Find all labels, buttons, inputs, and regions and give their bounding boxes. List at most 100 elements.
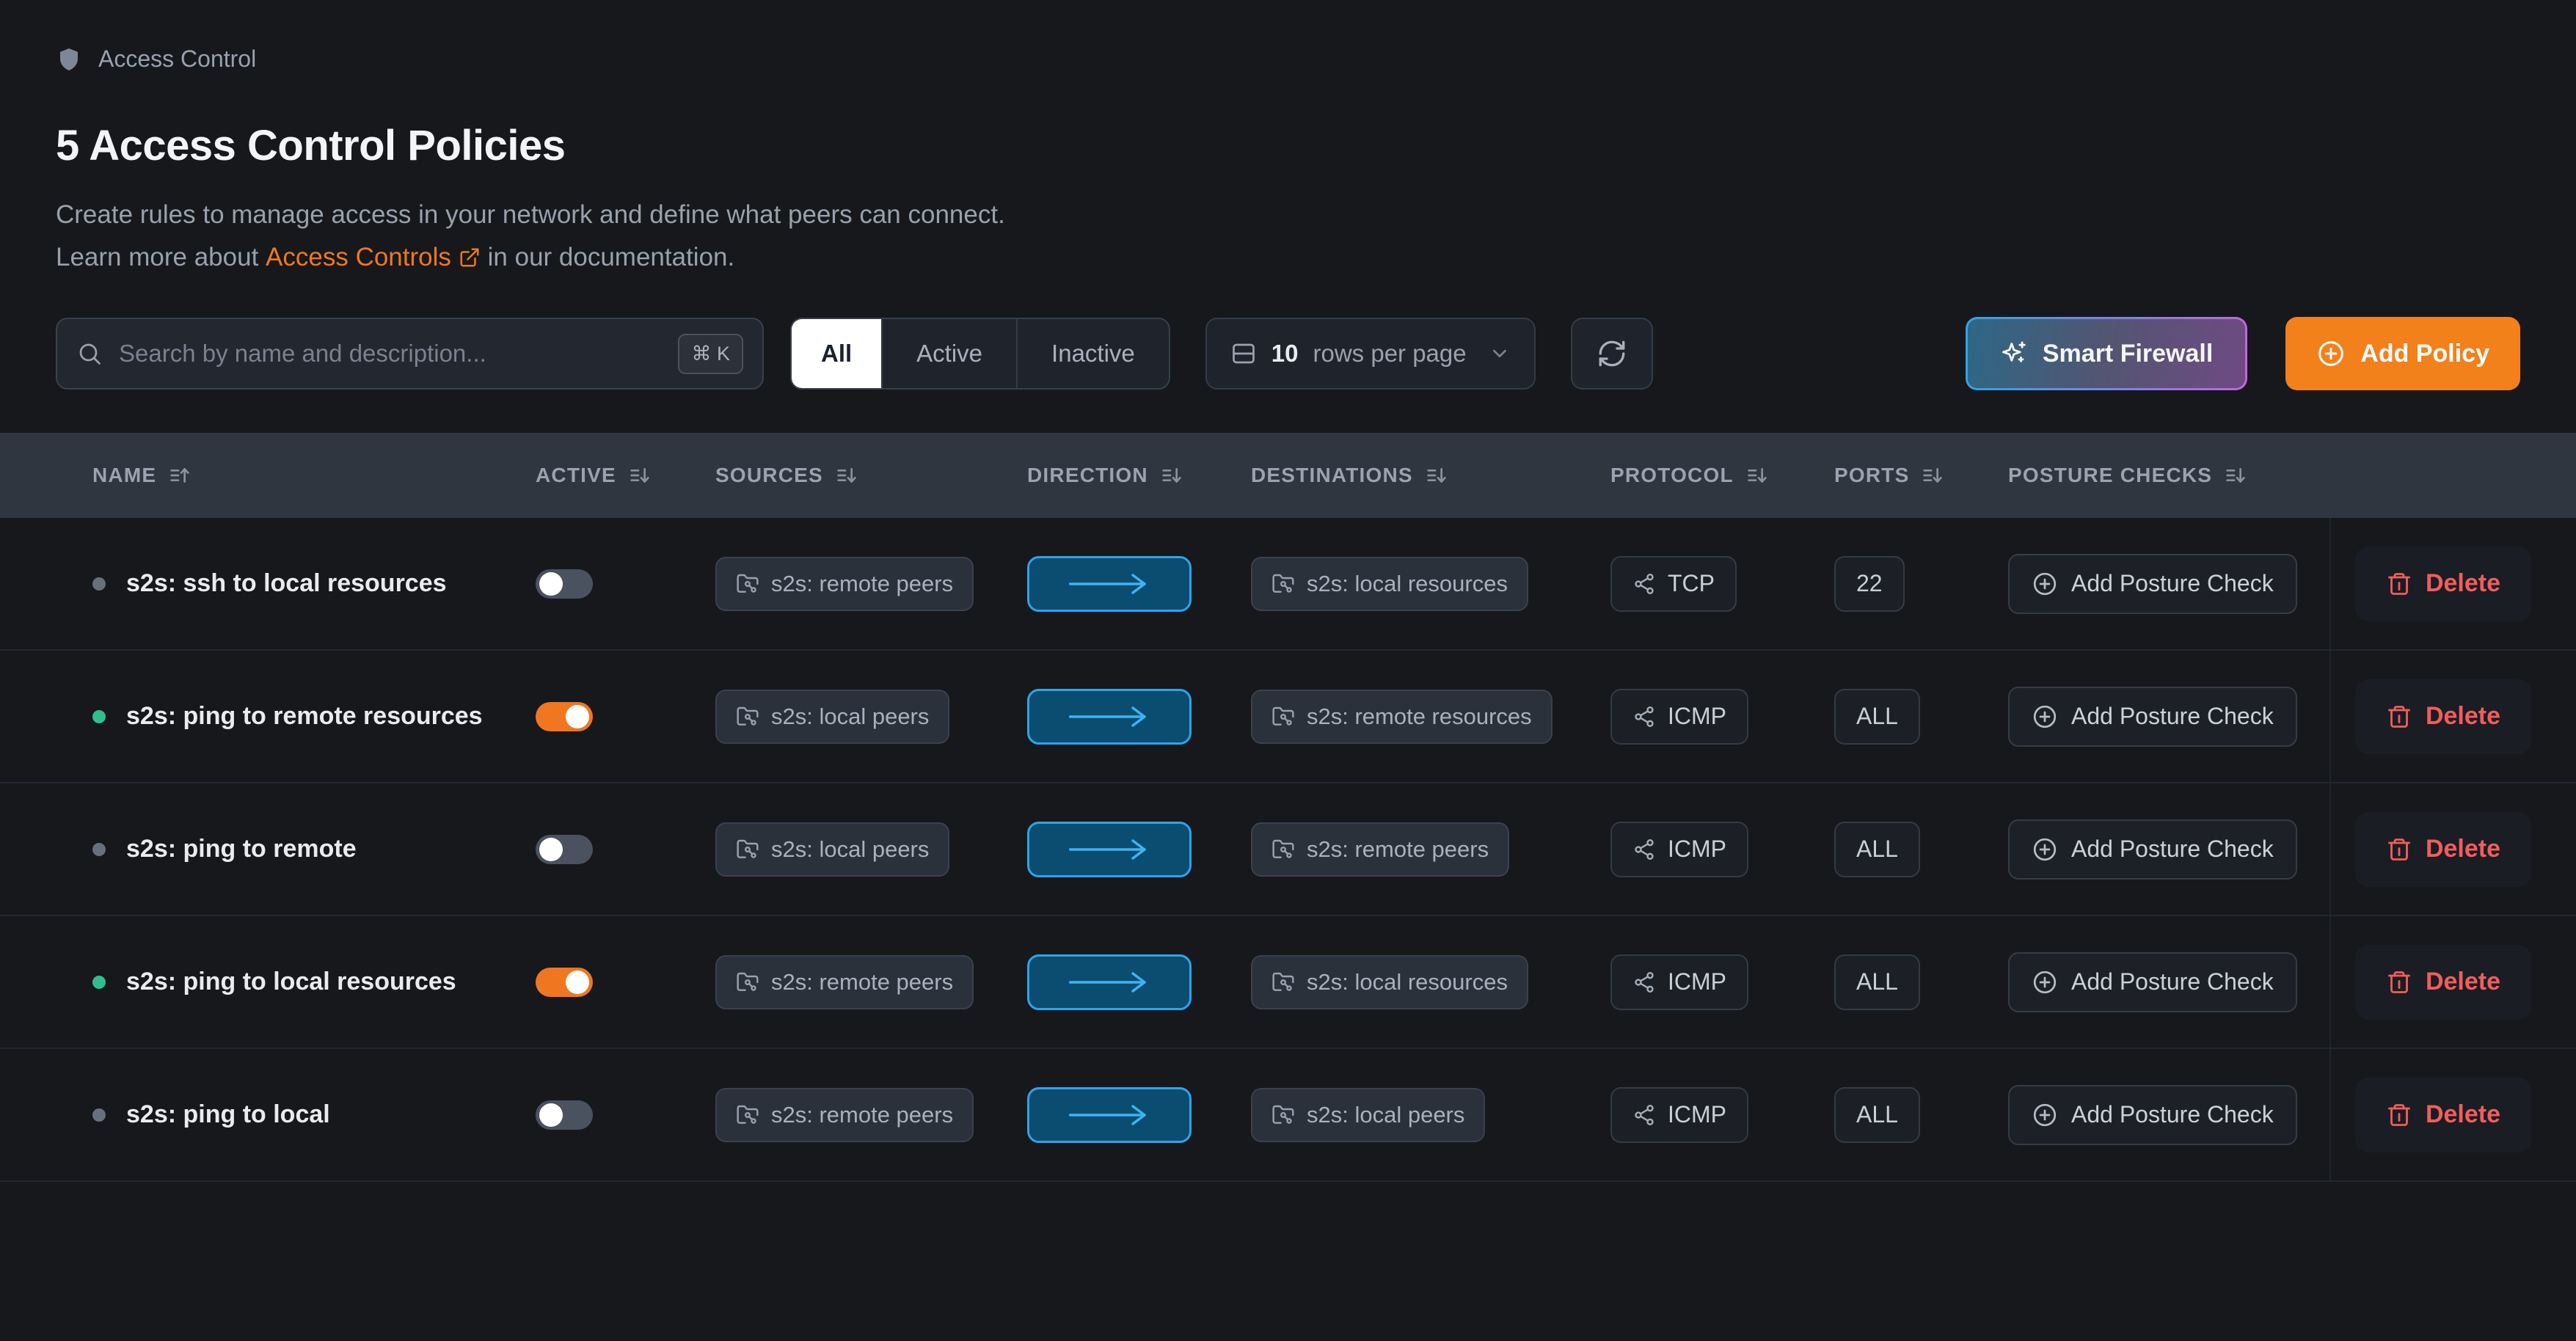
active-toggle[interactable] <box>536 967 593 997</box>
folder-git-icon <box>736 838 759 861</box>
direction-button[interactable] <box>1027 555 1192 612</box>
policy-row: s2s: ssh to local resources s2s: remote … <box>0 518 2576 651</box>
direction-button[interactable] <box>1027 688 1192 745</box>
source-group-chip[interactable]: s2s: local peers <box>715 689 950 744</box>
access-control-page: Access Control 5 Access Control Policies… <box>0 0 2576 1341</box>
arrow-right-icon <box>1054 572 1164 596</box>
ports-chip: ALL <box>1834 954 1920 1010</box>
sort-icon <box>1921 464 1944 487</box>
status-dot <box>92 842 106 856</box>
policies-table: NAME ACTIVE SOURCES DIRECTION DESTINATIO… <box>0 433 2576 1183</box>
column-header-protocol[interactable]: PROTOCOL <box>1610 464 1834 487</box>
policy-row: s2s: ping to remote s2s: local peers s2s… <box>0 783 2576 917</box>
shield-icon <box>56 46 82 73</box>
toggle-knob <box>539 1103 563 1127</box>
learn-more-prefix: Learn more about <box>56 243 259 272</box>
rows-per-page-count: 10 <box>1271 340 1299 368</box>
sort-icon <box>168 464 191 487</box>
add-posture-check-button[interactable]: Add Posture Check <box>2008 819 2297 880</box>
source-group-chip[interactable]: s2s: local peers <box>715 822 950 877</box>
toggle-knob <box>566 704 589 728</box>
plus-circle-icon <box>2032 704 2058 730</box>
destination-group-chip[interactable]: s2s: local resources <box>1251 556 1528 611</box>
folder-git-icon <box>1271 971 1295 994</box>
destination-group-chip[interactable]: s2s: remote resources <box>1251 689 1552 744</box>
ports-chip: ALL <box>1834 821 1920 877</box>
tab-inactive[interactable]: Inactive <box>1018 319 1169 388</box>
search-icon <box>76 340 103 367</box>
protocol-chip: ICMP <box>1610 688 1748 745</box>
toggle-knob <box>566 970 589 994</box>
page-description: Create rules to manage access in your ne… <box>56 194 2520 279</box>
active-toggle[interactable] <box>536 569 593 599</box>
source-group-chip[interactable]: s2s: remote peers <box>715 1087 974 1142</box>
active-toggle[interactable] <box>536 834 593 864</box>
direction-button[interactable] <box>1027 954 1192 1010</box>
column-header-ports[interactable]: PORTS <box>1834 464 2008 487</box>
arrow-right-icon <box>1054 971 1164 994</box>
breadcrumb[interactable]: Access Control <box>56 45 2520 73</box>
access-controls-doc-link[interactable]: Access Controls <box>266 236 481 279</box>
refresh-button[interactable] <box>1570 318 1653 390</box>
sort-icon <box>628 464 652 487</box>
source-group-chip[interactable]: s2s: remote peers <box>715 556 974 611</box>
trash-icon <box>2386 704 2412 730</box>
delete-button[interactable]: Delete <box>2354 944 2532 1020</box>
direction-button[interactable] <box>1027 821 1192 877</box>
tab-all[interactable]: All <box>792 319 883 389</box>
delete-button[interactable]: Delete <box>2354 811 2532 887</box>
arrow-right-icon <box>1054 1103 1164 1127</box>
sparkles-icon <box>2000 340 2028 368</box>
description-line-1: Create rules to manage access in your ne… <box>56 200 1005 229</box>
arrow-right-icon <box>1054 705 1164 728</box>
status-dot <box>92 709 106 723</box>
column-header-active[interactable]: ACTIVE <box>536 464 715 487</box>
source-group-chip[interactable]: s2s: remote peers <box>715 954 974 1009</box>
smart-firewall-button[interactable]: Smart Firewall <box>1966 317 2247 390</box>
column-header-sources[interactable]: SOURCES <box>715 464 1027 487</box>
add-posture-check-button[interactable]: Add Posture Check <box>2008 553 2297 614</box>
policy-row: s2s: ping to remote resources s2s: local… <box>0 651 2576 784</box>
share-nodes-icon <box>1632 705 1656 728</box>
ports-chip: ALL <box>1834 1086 1920 1143</box>
description-line-2: Learn more about Access Controls in our … <box>56 236 2520 279</box>
delete-button[interactable]: Delete <box>2354 546 2532 621</box>
direction-button[interactable] <box>1027 1086 1192 1143</box>
destination-group-chip[interactable]: s2s: local resources <box>1251 954 1528 1009</box>
search-shortcut-badge: ⌘ K <box>678 333 743 374</box>
add-policy-button[interactable]: Add Policy <box>2285 317 2520 391</box>
active-toggle[interactable] <box>536 1100 593 1130</box>
protocol-chip: ICMP <box>1610 954 1748 1010</box>
column-header-direction[interactable]: DIRECTION <box>1027 464 1251 487</box>
destination-group-chip[interactable]: s2s: local peers <box>1251 1087 1486 1142</box>
breadcrumb-label: Access Control <box>98 45 257 72</box>
destination-group-chip[interactable]: s2s: remote peers <box>1251 822 1510 877</box>
active-toggle[interactable] <box>536 701 593 731</box>
policy-row: s2s: ping to local resources s2s: remote… <box>0 916 2576 1050</box>
trash-icon <box>2386 836 2412 863</box>
rows-per-page-select[interactable]: 10 rows per page <box>1205 318 1536 390</box>
column-header-destinations[interactable]: DESTINATIONS <box>1251 464 1610 487</box>
column-header-posture-checks[interactable]: POSTURE CHECKS <box>2008 464 2329 487</box>
policy-name: s2s: ssh to local resources <box>126 569 447 598</box>
filter-tabs: All Active Inactive <box>790 318 1170 390</box>
page-header: Access Control 5 Access Control Policies… <box>0 0 2576 279</box>
refresh-icon <box>1597 338 1627 369</box>
tab-active[interactable]: Active <box>883 319 1018 389</box>
protocol-chip: TCP <box>1610 555 1737 612</box>
search-bar[interactable]: ⌘ K <box>56 318 764 390</box>
delete-button[interactable]: Delete <box>2354 679 2532 754</box>
policy-name: s2s: ping to remote resources <box>126 702 483 731</box>
share-nodes-icon <box>1632 572 1656 596</box>
folder-git-icon <box>1271 838 1295 861</box>
trash-icon <box>2386 1102 2412 1128</box>
column-header-name[interactable]: NAME <box>0 464 536 487</box>
delete-button[interactable]: Delete <box>2354 1077 2532 1152</box>
search-input[interactable] <box>119 340 663 368</box>
add-posture-check-button[interactable]: Add Posture Check <box>2008 1084 2297 1145</box>
add-posture-check-button[interactable]: Add Posture Check <box>2008 951 2297 1012</box>
folder-git-icon <box>736 1103 759 1127</box>
external-link-icon <box>459 246 481 268</box>
folder-git-icon <box>1271 572 1295 596</box>
add-posture-check-button[interactable]: Add Posture Check <box>2008 686 2297 747</box>
